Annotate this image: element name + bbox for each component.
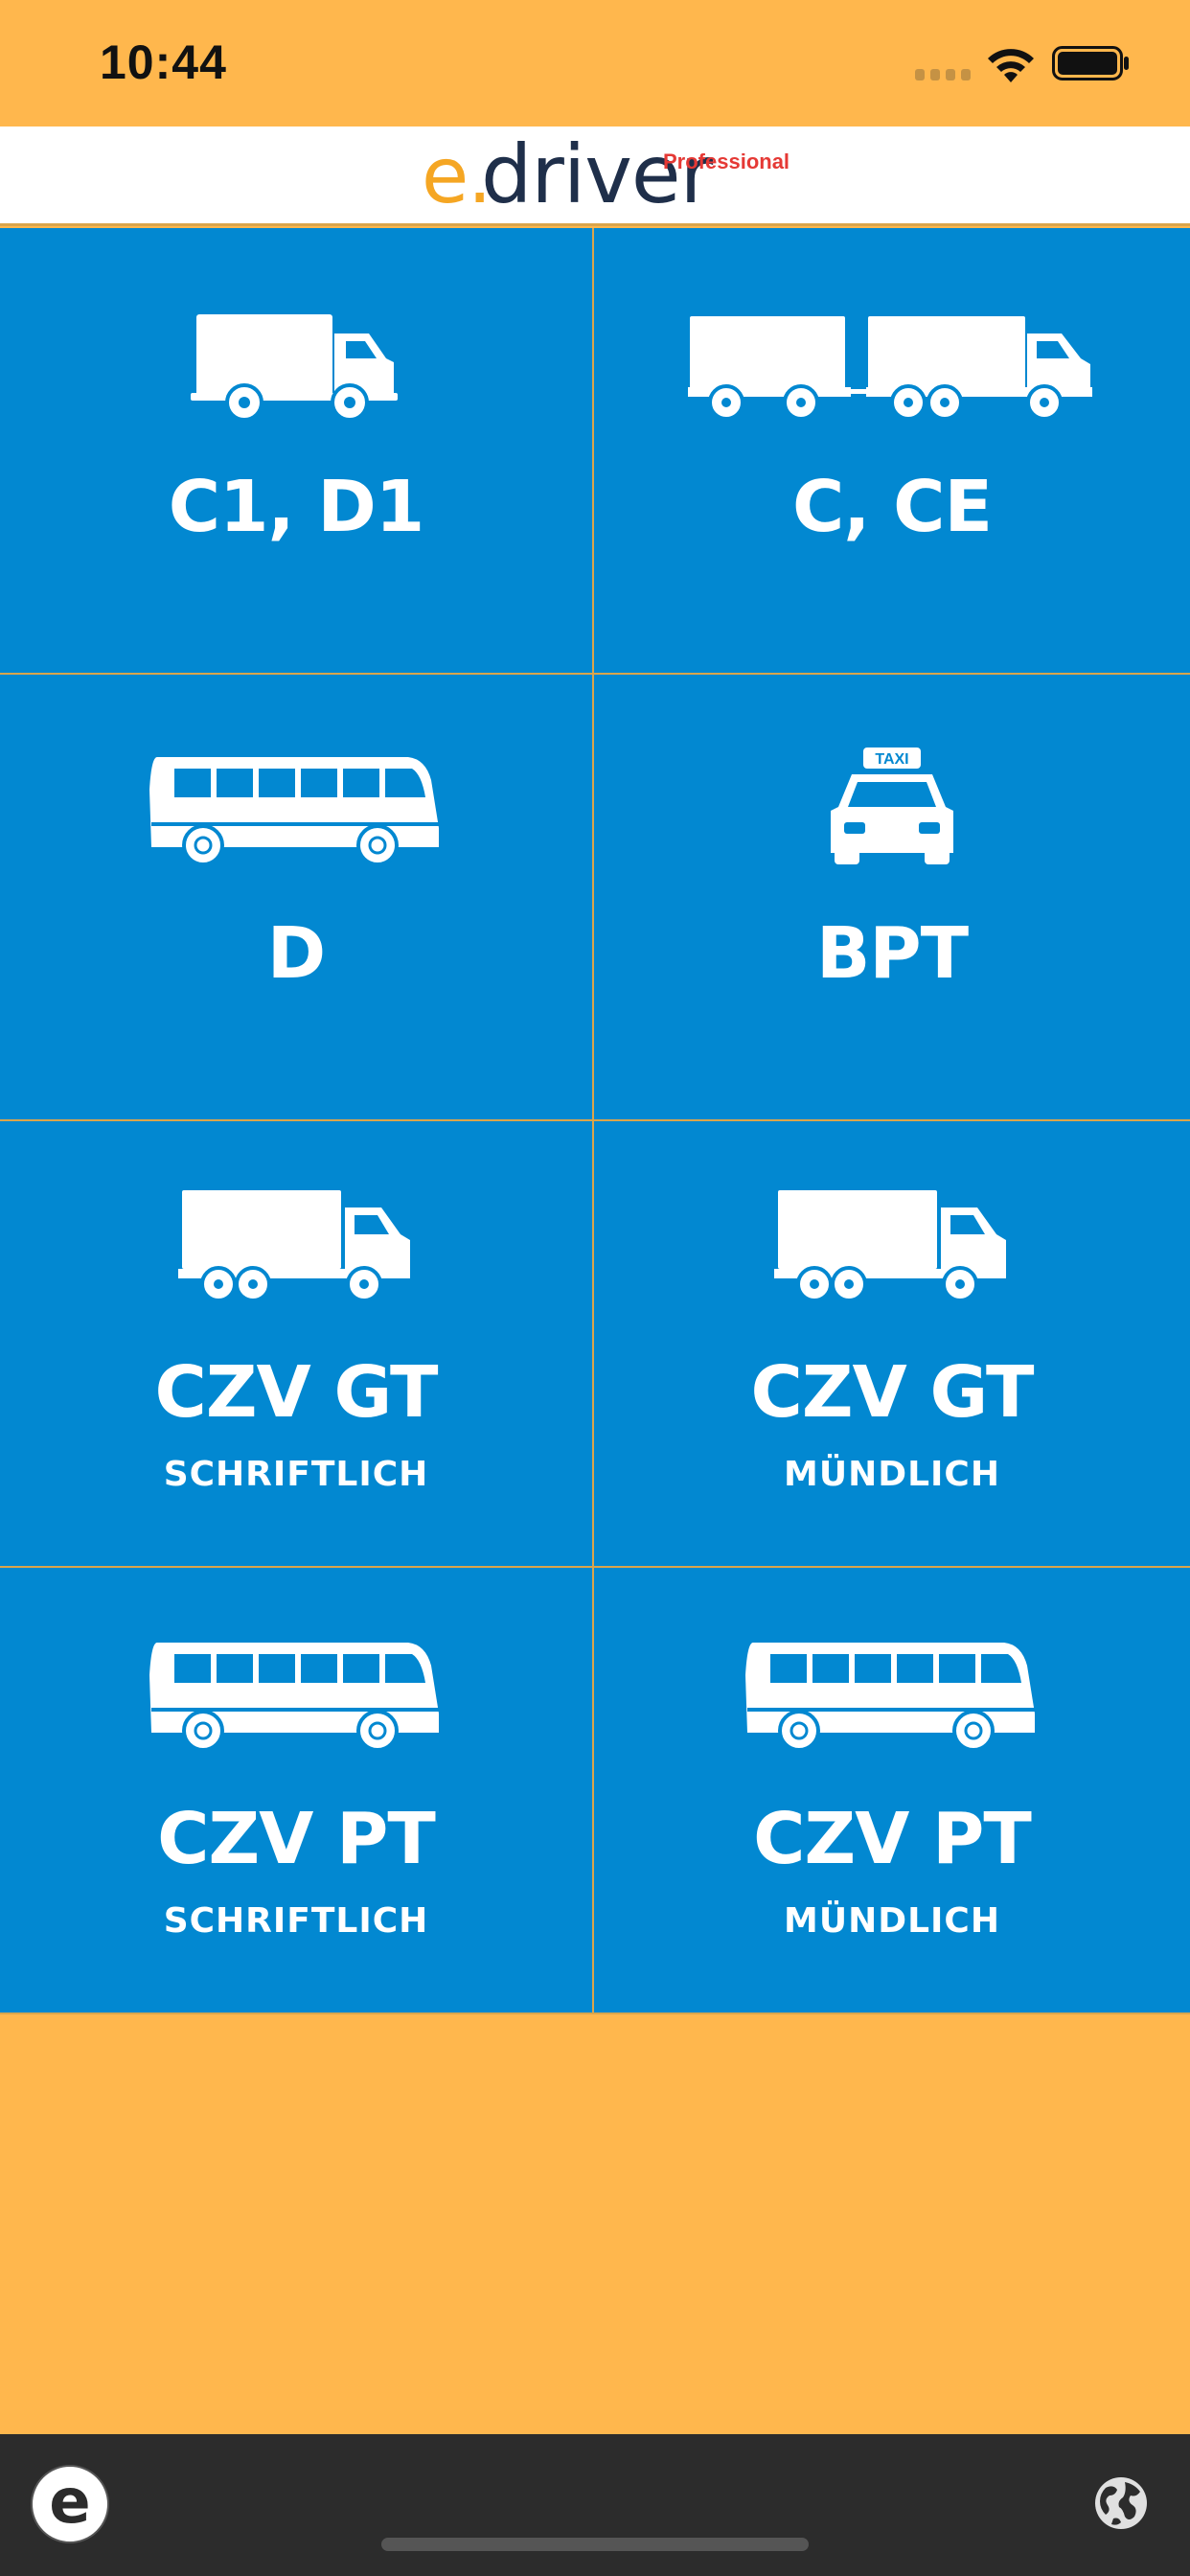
logo-e: e (422, 131, 469, 220)
status-bar: 10:44 (0, 0, 1190, 126)
battery-icon (1052, 46, 1129, 80)
tile-d[interactable]: D (0, 675, 592, 1121)
tile-subtitle: SCHRIFTLICH (163, 1901, 429, 1941)
tile-title: CZV GT (750, 1351, 1035, 1434)
tile-title: CZV PT (157, 1798, 436, 1880)
truck-trailer-icon (688, 316, 1092, 420)
tile-czv-gt-muendlich[interactable]: CZV GT MÜNDLICH (594, 1121, 1190, 1568)
truck-icon (774, 1190, 1006, 1301)
app-header: e . driver Professional (0, 126, 1190, 226)
edriver-logo: e . driver Professional (422, 127, 790, 221)
status-time: 10:44 (100, 35, 227, 89)
tile-title: C1, D1 (168, 466, 425, 548)
wifi-icon (988, 49, 1034, 82)
tile-subtitle: MÜNDLICH (784, 1455, 1000, 1494)
tile-title: CZV GT (154, 1351, 439, 1434)
tile-title: BPT (815, 912, 969, 995)
bus-icon (149, 757, 439, 866)
tile-bpt[interactable]: TAXI BPT (594, 675, 1190, 1121)
tile-subtitle: MÜNDLICH (784, 1901, 1000, 1941)
globe-icon[interactable] (1092, 2474, 1150, 2532)
e-logo-icon: e (49, 2467, 91, 2538)
taxi-icon: TAXI (831, 748, 953, 864)
truck-icon (178, 1190, 410, 1301)
tile-czv-pt-schriftlich[interactable]: CZV PT SCHRIFTLICH (0, 1568, 592, 2014)
tile-title: D (266, 912, 326, 995)
tile-title: C, CE (791, 466, 993, 548)
logo-professional-badge: Professional (663, 150, 790, 173)
tile-czv-pt-muendlich[interactable]: CZV PT MÜNDLICH (594, 1568, 1190, 2014)
tile-subtitle: SCHRIFTLICH (163, 1455, 429, 1494)
tile-c-ce[interactable]: C, CE (594, 228, 1190, 675)
tile-c1-d1[interactable]: C1, D1 (0, 228, 592, 675)
cellular-signal-icon (915, 69, 971, 80)
taxi-sign: TAXI (875, 751, 908, 768)
e-logo-button[interactable]: e (31, 2465, 109, 2543)
logo-driver: driver (481, 127, 713, 221)
tile-czv-gt-schriftlich[interactable]: CZV GT SCHRIFTLICH (0, 1121, 592, 1568)
category-grid: C1, D1 C, CE D TAXI BPT CZV GT SCHRIFTLI… (0, 228, 1190, 2014)
small-truck-icon (191, 314, 398, 420)
bottom-bar: e (0, 2434, 1190, 2576)
home-indicator (381, 2538, 809, 2551)
bus-icon (149, 1643, 439, 1752)
tile-title: CZV PT (753, 1798, 1032, 1880)
bus-icon (745, 1643, 1035, 1752)
